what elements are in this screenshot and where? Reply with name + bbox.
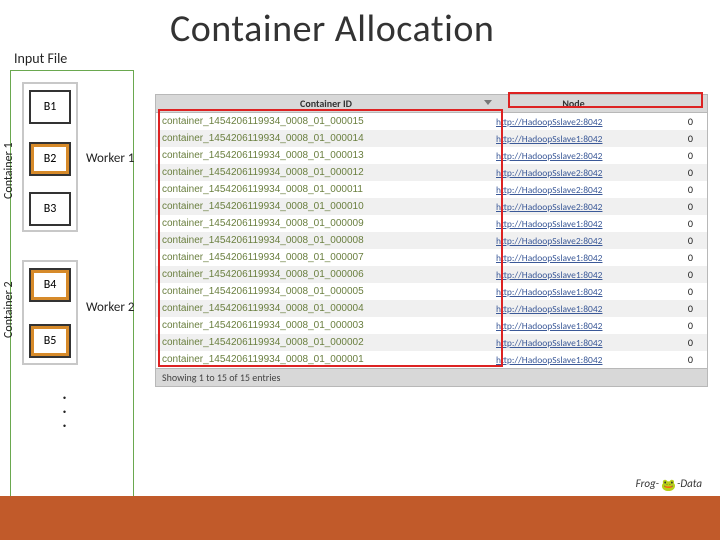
- logo-suffix: -Data: [677, 477, 702, 490]
- cell-num: 0: [651, 132, 701, 145]
- block-b1: B1: [29, 90, 71, 124]
- table-row: container_1454206119934_0008_01_000006ht…: [156, 266, 707, 283]
- cell-container-id[interactable]: container_1454206119934_0008_01_000005: [156, 286, 496, 297]
- container-2-group: B4 B5: [22, 260, 78, 365]
- table-row: container_1454206119934_0008_01_000011ht…: [156, 181, 707, 198]
- cell-num: 0: [651, 149, 701, 162]
- cell-node-link[interactable]: http://HadoopSslave2:8042: [496, 116, 651, 128]
- slide: Container Allocation Input File Containe…: [0, 0, 720, 540]
- cell-num: 0: [651, 285, 701, 298]
- table-row: container_1454206119934_0008_01_000015ht…: [156, 113, 707, 130]
- cell-container-id[interactable]: container_1454206119934_0008_01_000011: [156, 184, 496, 195]
- cell-container-id[interactable]: container_1454206119934_0008_01_000001: [156, 354, 496, 365]
- cell-container-id[interactable]: container_1454206119934_0008_01_000008: [156, 235, 496, 246]
- cell-container-id[interactable]: container_1454206119934_0008_01_000007: [156, 252, 496, 263]
- cell-node-link[interactable]: http://HadoopSslave1:8042: [496, 354, 651, 366]
- cell-num: 0: [651, 353, 701, 366]
- table-row: container_1454206119934_0008_01_000012ht…: [156, 164, 707, 181]
- cell-node-link[interactable]: http://HadoopSslave1:8042: [496, 320, 651, 332]
- cell-container-id[interactable]: container_1454206119934_0008_01_000009: [156, 218, 496, 229]
- cell-node-link[interactable]: http://HadoopSslave1:8042: [496, 286, 651, 298]
- container-table: Container ID Node container_145420611993…: [155, 94, 708, 387]
- frog-b-data-logo: Frog- -Data: [636, 476, 702, 490]
- cell-num: 0: [651, 251, 701, 264]
- table-footer: Showing 1 to 15 of 15 entries: [156, 368, 707, 386]
- block-b5: B5: [29, 324, 71, 358]
- cell-container-id[interactable]: container_1454206119934_0008_01_000004: [156, 303, 496, 314]
- cell-node-link[interactable]: http://HadoopSslave2:8042: [496, 167, 651, 179]
- container-2-label: Container 2: [2, 265, 16, 355]
- cell-node-link[interactable]: http://HadoopSslave1:8042: [496, 303, 651, 315]
- cell-node-link[interactable]: http://HadoopSslave2:8042: [496, 201, 651, 213]
- cell-container-id[interactable]: container_1454206119934_0008_01_000012: [156, 167, 496, 178]
- block-b3: B3: [29, 192, 71, 226]
- block-b2: B2: [29, 142, 71, 176]
- table-row: container_1454206119934_0008_01_000001ht…: [156, 351, 707, 368]
- frog-icon: [661, 478, 675, 492]
- cell-num: 0: [651, 268, 701, 281]
- logo-prefix: Frog-: [636, 477, 659, 490]
- container-1-group: B1 B2 B3: [22, 82, 78, 232]
- ellipsis-dots: ...: [62, 388, 71, 430]
- table-row: container_1454206119934_0008_01_000005ht…: [156, 283, 707, 300]
- cell-node-link[interactable]: http://HadoopSslave2:8042: [496, 184, 651, 196]
- cell-node-link[interactable]: http://HadoopSslave1:8042: [496, 252, 651, 264]
- cell-container-id[interactable]: container_1454206119934_0008_01_000003: [156, 320, 496, 331]
- table-row: container_1454206119934_0008_01_000003ht…: [156, 317, 707, 334]
- header-node[interactable]: Node: [496, 95, 651, 112]
- cell-node-link[interactable]: http://HadoopSslave2:8042: [496, 150, 651, 162]
- header-container-id-text: Container ID: [300, 97, 352, 110]
- cell-container-id[interactable]: container_1454206119934_0008_01_000015: [156, 116, 496, 127]
- header-num[interactable]: [651, 95, 701, 112]
- cell-container-id[interactable]: container_1454206119934_0008_01_000002: [156, 337, 496, 348]
- cell-node-link[interactable]: http://HadoopSslave1:8042: [496, 218, 651, 230]
- cell-num: 0: [651, 183, 701, 196]
- table-row: container_1454206119934_0008_01_000010ht…: [156, 198, 707, 215]
- cell-num: 0: [651, 336, 701, 349]
- sort-icon: [484, 100, 492, 105]
- cell-node-link[interactable]: http://HadoopSslave2:8042: [496, 235, 651, 247]
- cell-container-id[interactable]: container_1454206119934_0008_01_000010: [156, 201, 496, 212]
- cell-num: 0: [651, 302, 701, 315]
- footer-bar: [0, 498, 720, 540]
- cell-container-id[interactable]: container_1454206119934_0008_01_000014: [156, 133, 496, 144]
- cell-container-id[interactable]: container_1454206119934_0008_01_000013: [156, 150, 496, 161]
- worker-2-label: Worker 2: [86, 300, 134, 315]
- container-1-label: Container 1: [2, 115, 16, 227]
- header-container-id[interactable]: Container ID: [156, 95, 496, 112]
- block-b4: B4: [29, 268, 71, 302]
- table-row: container_1454206119934_0008_01_000004ht…: [156, 300, 707, 317]
- table-row: container_1454206119934_0008_01_000013ht…: [156, 147, 707, 164]
- worker-1-label: Worker 1: [86, 151, 134, 166]
- cell-num: 0: [651, 115, 701, 128]
- table-row: container_1454206119934_0008_01_000002ht…: [156, 334, 707, 351]
- table-row: container_1454206119934_0008_01_000008ht…: [156, 232, 707, 249]
- cell-num: 0: [651, 217, 701, 230]
- table-body: container_1454206119934_0008_01_000015ht…: [156, 113, 707, 368]
- cell-num: 0: [651, 319, 701, 332]
- table-row: container_1454206119934_0008_01_000007ht…: [156, 249, 707, 266]
- table-header: Container ID Node: [156, 95, 707, 113]
- cell-num: 0: [651, 166, 701, 179]
- cell-node-link[interactable]: http://HadoopSslave1:8042: [496, 337, 651, 349]
- slide-title: Container Allocation: [170, 6, 494, 52]
- table-row: container_1454206119934_0008_01_000009ht…: [156, 215, 707, 232]
- cell-node-link[interactable]: http://HadoopSslave1:8042: [496, 269, 651, 281]
- input-file-label: Input File: [14, 50, 67, 67]
- cell-num: 0: [651, 234, 701, 247]
- cell-node-link[interactable]: http://HadoopSslave1:8042: [496, 133, 651, 145]
- table-row: container_1454206119934_0008_01_000014ht…: [156, 130, 707, 147]
- cell-container-id[interactable]: container_1454206119934_0008_01_000006: [156, 269, 496, 280]
- cell-num: 0: [651, 200, 701, 213]
